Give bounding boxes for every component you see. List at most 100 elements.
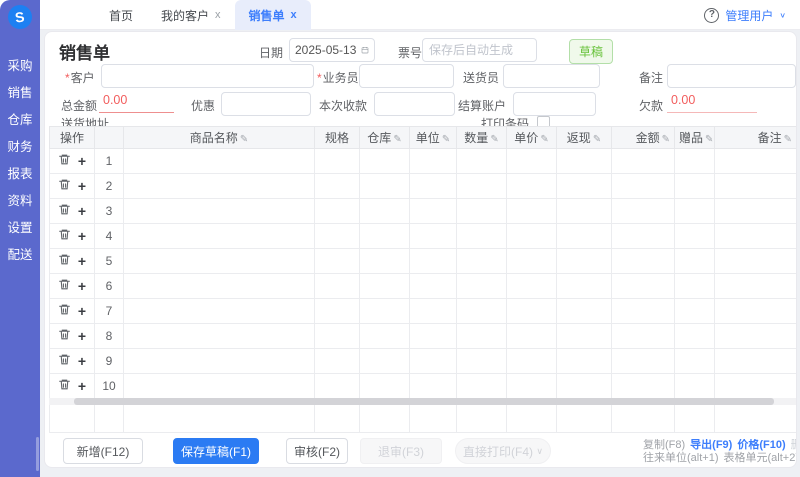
item-cell[interactable] [715, 199, 797, 224]
add-row-icon[interactable]: + [78, 331, 86, 341]
item-cell[interactable] [124, 349, 315, 374]
item-cell[interactable] [715, 224, 797, 249]
item-cell[interactable] [675, 299, 715, 324]
delete-row-icon[interactable] [58, 178, 71, 194]
tab-my-customers[interactable]: 我的客户 x [147, 0, 235, 30]
date-field[interactable] [289, 38, 375, 62]
delete-row-icon[interactable] [58, 203, 71, 219]
item-cell[interactable] [315, 349, 360, 374]
item-cell[interactable] [612, 199, 675, 224]
add-row-icon[interactable]: + [78, 281, 86, 291]
item-cell[interactable] [715, 349, 797, 374]
col-unit[interactable]: 单位✎ [410, 127, 457, 149]
item-cell[interactable] [410, 349, 457, 374]
item-cell[interactable] [457, 299, 507, 324]
horizontal-scrollbar[interactable] [49, 398, 796, 405]
export-link[interactable]: 导出(F9) [690, 439, 732, 452]
item-cell[interactable] [715, 274, 797, 299]
delete-row-icon[interactable] [58, 278, 71, 294]
item-cell[interactable] [557, 324, 612, 349]
unaudit-button[interactable]: 退审(F3) [360, 438, 442, 464]
item-cell[interactable] [315, 274, 360, 299]
add-row-icon[interactable]: + [78, 306, 86, 316]
tab-sales-order[interactable]: 销售单 x [235, 0, 311, 30]
item-cell[interactable] [410, 249, 457, 274]
item-cell[interactable] [410, 299, 457, 324]
item-cell[interactable] [315, 324, 360, 349]
item-cell[interactable] [557, 349, 612, 374]
item-cell[interactable] [507, 274, 557, 299]
item-cell[interactable] [715, 149, 797, 174]
add-button[interactable]: 新增(F12) [63, 438, 143, 464]
item-cell[interactable] [675, 274, 715, 299]
copy-link[interactable]: 复制(F8) [643, 439, 685, 452]
item-cell[interactable] [507, 199, 557, 224]
item-cell[interactable] [715, 174, 797, 199]
close-tab-icon[interactable]: x [291, 9, 297, 21]
sidebar-item-delivery[interactable]: 配送 [0, 240, 40, 267]
customer-input[interactable] [101, 64, 314, 88]
item-cell[interactable] [410, 174, 457, 199]
item-cell[interactable] [612, 224, 675, 249]
col-warehouse[interactable]: 仓库✎ [360, 127, 410, 149]
item-cell[interactable] [612, 349, 675, 374]
delivery-person-input[interactable] [503, 64, 600, 88]
col-unit-price[interactable]: 单价✎ [507, 127, 557, 149]
add-row-icon[interactable]: + [78, 356, 86, 366]
item-cell[interactable] [557, 274, 612, 299]
app-logo[interactable]: S [8, 5, 32, 29]
calendar-icon[interactable] [361, 44, 369, 56]
item-cell[interactable] [360, 149, 410, 174]
help-icon[interactable]: ? [704, 8, 719, 23]
item-cell[interactable] [715, 374, 797, 399]
tab-home[interactable]: 首页 [95, 0, 147, 30]
col-spec[interactable]: 规格 [315, 127, 360, 149]
item-cell[interactable] [675, 374, 715, 399]
item-cell[interactable] [715, 299, 797, 324]
item-cell[interactable] [124, 249, 315, 274]
audit-button[interactable]: 审核(F2) [286, 438, 348, 464]
remark-input[interactable] [667, 64, 796, 88]
save-draft-button[interactable]: 保存草稿(F1) [173, 438, 259, 464]
add-row-icon[interactable]: + [78, 156, 86, 166]
item-cell[interactable] [715, 249, 797, 274]
col-remark[interactable]: 备注✎ [715, 127, 797, 149]
item-cell[interactable] [410, 149, 457, 174]
col-gift[interactable]: 赠品✎ [675, 127, 715, 149]
item-cell[interactable] [507, 349, 557, 374]
item-cell[interactable] [315, 149, 360, 174]
delete-row-icon[interactable] [58, 328, 71, 344]
sidebar-item-warehouse[interactable]: 仓库 [0, 105, 40, 132]
item-cell[interactable] [507, 324, 557, 349]
item-cell[interactable] [457, 374, 507, 399]
item-cell[interactable] [557, 249, 612, 274]
item-cell[interactable] [557, 299, 612, 324]
sidebar-item-sales[interactable]: 销售 [0, 78, 40, 105]
item-cell[interactable] [315, 249, 360, 274]
item-cell[interactable] [507, 374, 557, 399]
item-cell[interactable] [124, 174, 315, 199]
item-cell[interactable] [612, 249, 675, 274]
item-cell[interactable] [457, 324, 507, 349]
delete-row-icon[interactable] [58, 378, 71, 394]
chevron-down-icon[interactable]: ∨ [779, 11, 786, 20]
sidebar-item-data[interactable]: 资料 [0, 186, 40, 213]
item-cell[interactable] [457, 174, 507, 199]
item-cell[interactable] [557, 174, 612, 199]
item-cell[interactable] [410, 274, 457, 299]
sidebar-item-finance[interactable]: 财务 [0, 132, 40, 159]
item-cell[interactable] [360, 274, 410, 299]
item-cell[interactable] [507, 224, 557, 249]
item-cell[interactable] [557, 149, 612, 174]
discount-input[interactable] [221, 92, 311, 116]
item-cell[interactable] [124, 149, 315, 174]
item-cell[interactable] [715, 324, 797, 349]
settle-account-input[interactable] [513, 92, 596, 116]
item-cell[interactable] [612, 149, 675, 174]
col-product-name[interactable]: 商品名称✎ [124, 127, 315, 149]
item-cell[interactable] [557, 224, 612, 249]
ticket-input[interactable] [422, 38, 537, 62]
item-cell[interactable] [124, 299, 315, 324]
delete-row-icon[interactable] [58, 253, 71, 269]
add-row-icon[interactable]: + [78, 181, 86, 191]
